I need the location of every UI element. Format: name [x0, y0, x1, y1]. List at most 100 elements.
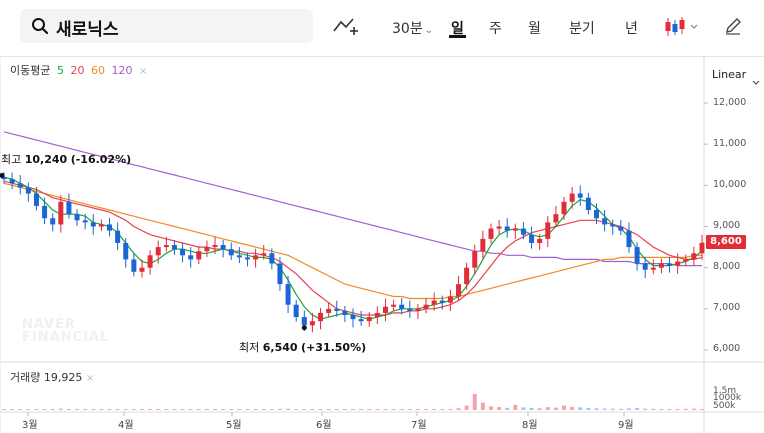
ma5-line: [3, 176, 703, 320]
candle-body: [115, 230, 121, 243]
volume-bar: [586, 407, 591, 410]
volume-bar: [497, 407, 502, 410]
candle-body: [212, 245, 218, 248]
volume-bar: [10, 409, 15, 410]
candle-body: [626, 230, 632, 248]
ma60-line: [3, 182, 702, 300]
volume-bar: [18, 409, 23, 410]
candle-body: [642, 263, 648, 270]
candle-body: [285, 284, 291, 305]
high-change: (-16.02%): [70, 153, 132, 166]
candle-body: [366, 317, 372, 322]
candle-body: [602, 218, 608, 225]
volume-bar: [545, 407, 550, 410]
candle-body: [374, 312, 380, 318]
volume-bar: [164, 409, 169, 410]
volume-bar: [26, 409, 31, 410]
candle-body: [66, 201, 72, 215]
candle-body: [33, 193, 39, 206]
volume-bar: [562, 405, 567, 410]
volume-bar: [367, 409, 372, 410]
candle-body: [74, 214, 80, 221]
volume-bar: [58, 408, 63, 410]
volume-bar: [294, 408, 299, 410]
volume-bar: [424, 409, 429, 410]
candle-body: [577, 193, 583, 198]
high-value: 10,240: [24, 153, 68, 166]
candle-body: [131, 259, 137, 272]
volume-bar: [318, 409, 323, 410]
candle-body: [658, 263, 664, 268]
candle-body: [236, 255, 242, 258]
candle-body: [90, 222, 96, 227]
candle-body: [634, 247, 640, 264]
volume-bar: [253, 409, 258, 410]
volume-bar: [229, 409, 234, 410]
candle-body: [277, 263, 283, 285]
candle-body: [342, 310, 348, 316]
volume-bar: [505, 407, 510, 410]
volume-bar: [245, 409, 250, 410]
volume-bar: [610, 408, 615, 410]
x-tick-label: 6월: [316, 420, 332, 431]
volume-legend: 거래량 19,925 ×: [10, 369, 94, 385]
volume-bar: [375, 409, 380, 410]
candle-body: [391, 304, 397, 307]
volume-bar: [172, 409, 177, 410]
volume-bar: [513, 404, 518, 410]
volume-bar: [651, 408, 656, 410]
candle-body: [17, 183, 23, 188]
volume-bar: [521, 407, 526, 410]
candle-body: [610, 224, 616, 227]
low-change: (+31.50%): [301, 341, 367, 354]
candle-body: [415, 308, 421, 311]
candle-body: [472, 251, 478, 268]
candle-body: [545, 222, 551, 239]
volume-bar: [180, 409, 185, 410]
volume-bar: [42, 409, 47, 410]
high-prefix: 최고: [1, 153, 22, 166]
volume-bar: [383, 409, 388, 410]
volume-bar: [139, 409, 144, 410]
volume-bar: [529, 407, 534, 410]
ma20-line: [3, 180, 703, 316]
volume-bar: [91, 409, 96, 410]
volume-bar: [683, 408, 688, 410]
candle-body: [188, 255, 194, 260]
x-tick-label: 5월: [226, 420, 242, 431]
volume-bar: [196, 409, 201, 410]
candle-body: [488, 228, 494, 239]
candle-body: [82, 220, 88, 223]
candle-body: [98, 224, 104, 227]
volume-bar: [99, 409, 104, 410]
volume-bar: [310, 409, 315, 410]
volume-bar: [570, 406, 575, 410]
volume-bar: [326, 409, 331, 410]
candle-body: [261, 253, 267, 256]
price-chart[interactable]: [0, 0, 764, 433]
volume-bar: [618, 408, 623, 410]
candle-body: [25, 187, 31, 194]
volume-bar: [277, 408, 282, 410]
candle-body: [650, 267, 656, 270]
volume-bar: [188, 409, 193, 410]
candle-body: [42, 205, 48, 219]
candle-body: [520, 228, 526, 235]
candle-body: [407, 308, 413, 311]
candle-body: [309, 321, 315, 326]
volume-bar: [407, 409, 412, 410]
volume-bar: [221, 409, 226, 410]
volume-close-icon[interactable]: ×: [86, 373, 94, 384]
volume-bar: [115, 409, 120, 410]
volume-bar: [131, 408, 136, 410]
high-annotation: 최고 10,240 (-16.02%): [1, 151, 131, 167]
x-tick-label: 8월: [522, 420, 538, 431]
candle-body: [50, 218, 56, 225]
volume-bar: [237, 409, 242, 410]
volume-bar: [83, 409, 88, 410]
volume-bar: [107, 409, 112, 410]
volume-bar: [578, 407, 583, 410]
volume-bar: [2, 409, 6, 410]
candle-body: [569, 193, 575, 202]
candle-body: [163, 245, 169, 248]
